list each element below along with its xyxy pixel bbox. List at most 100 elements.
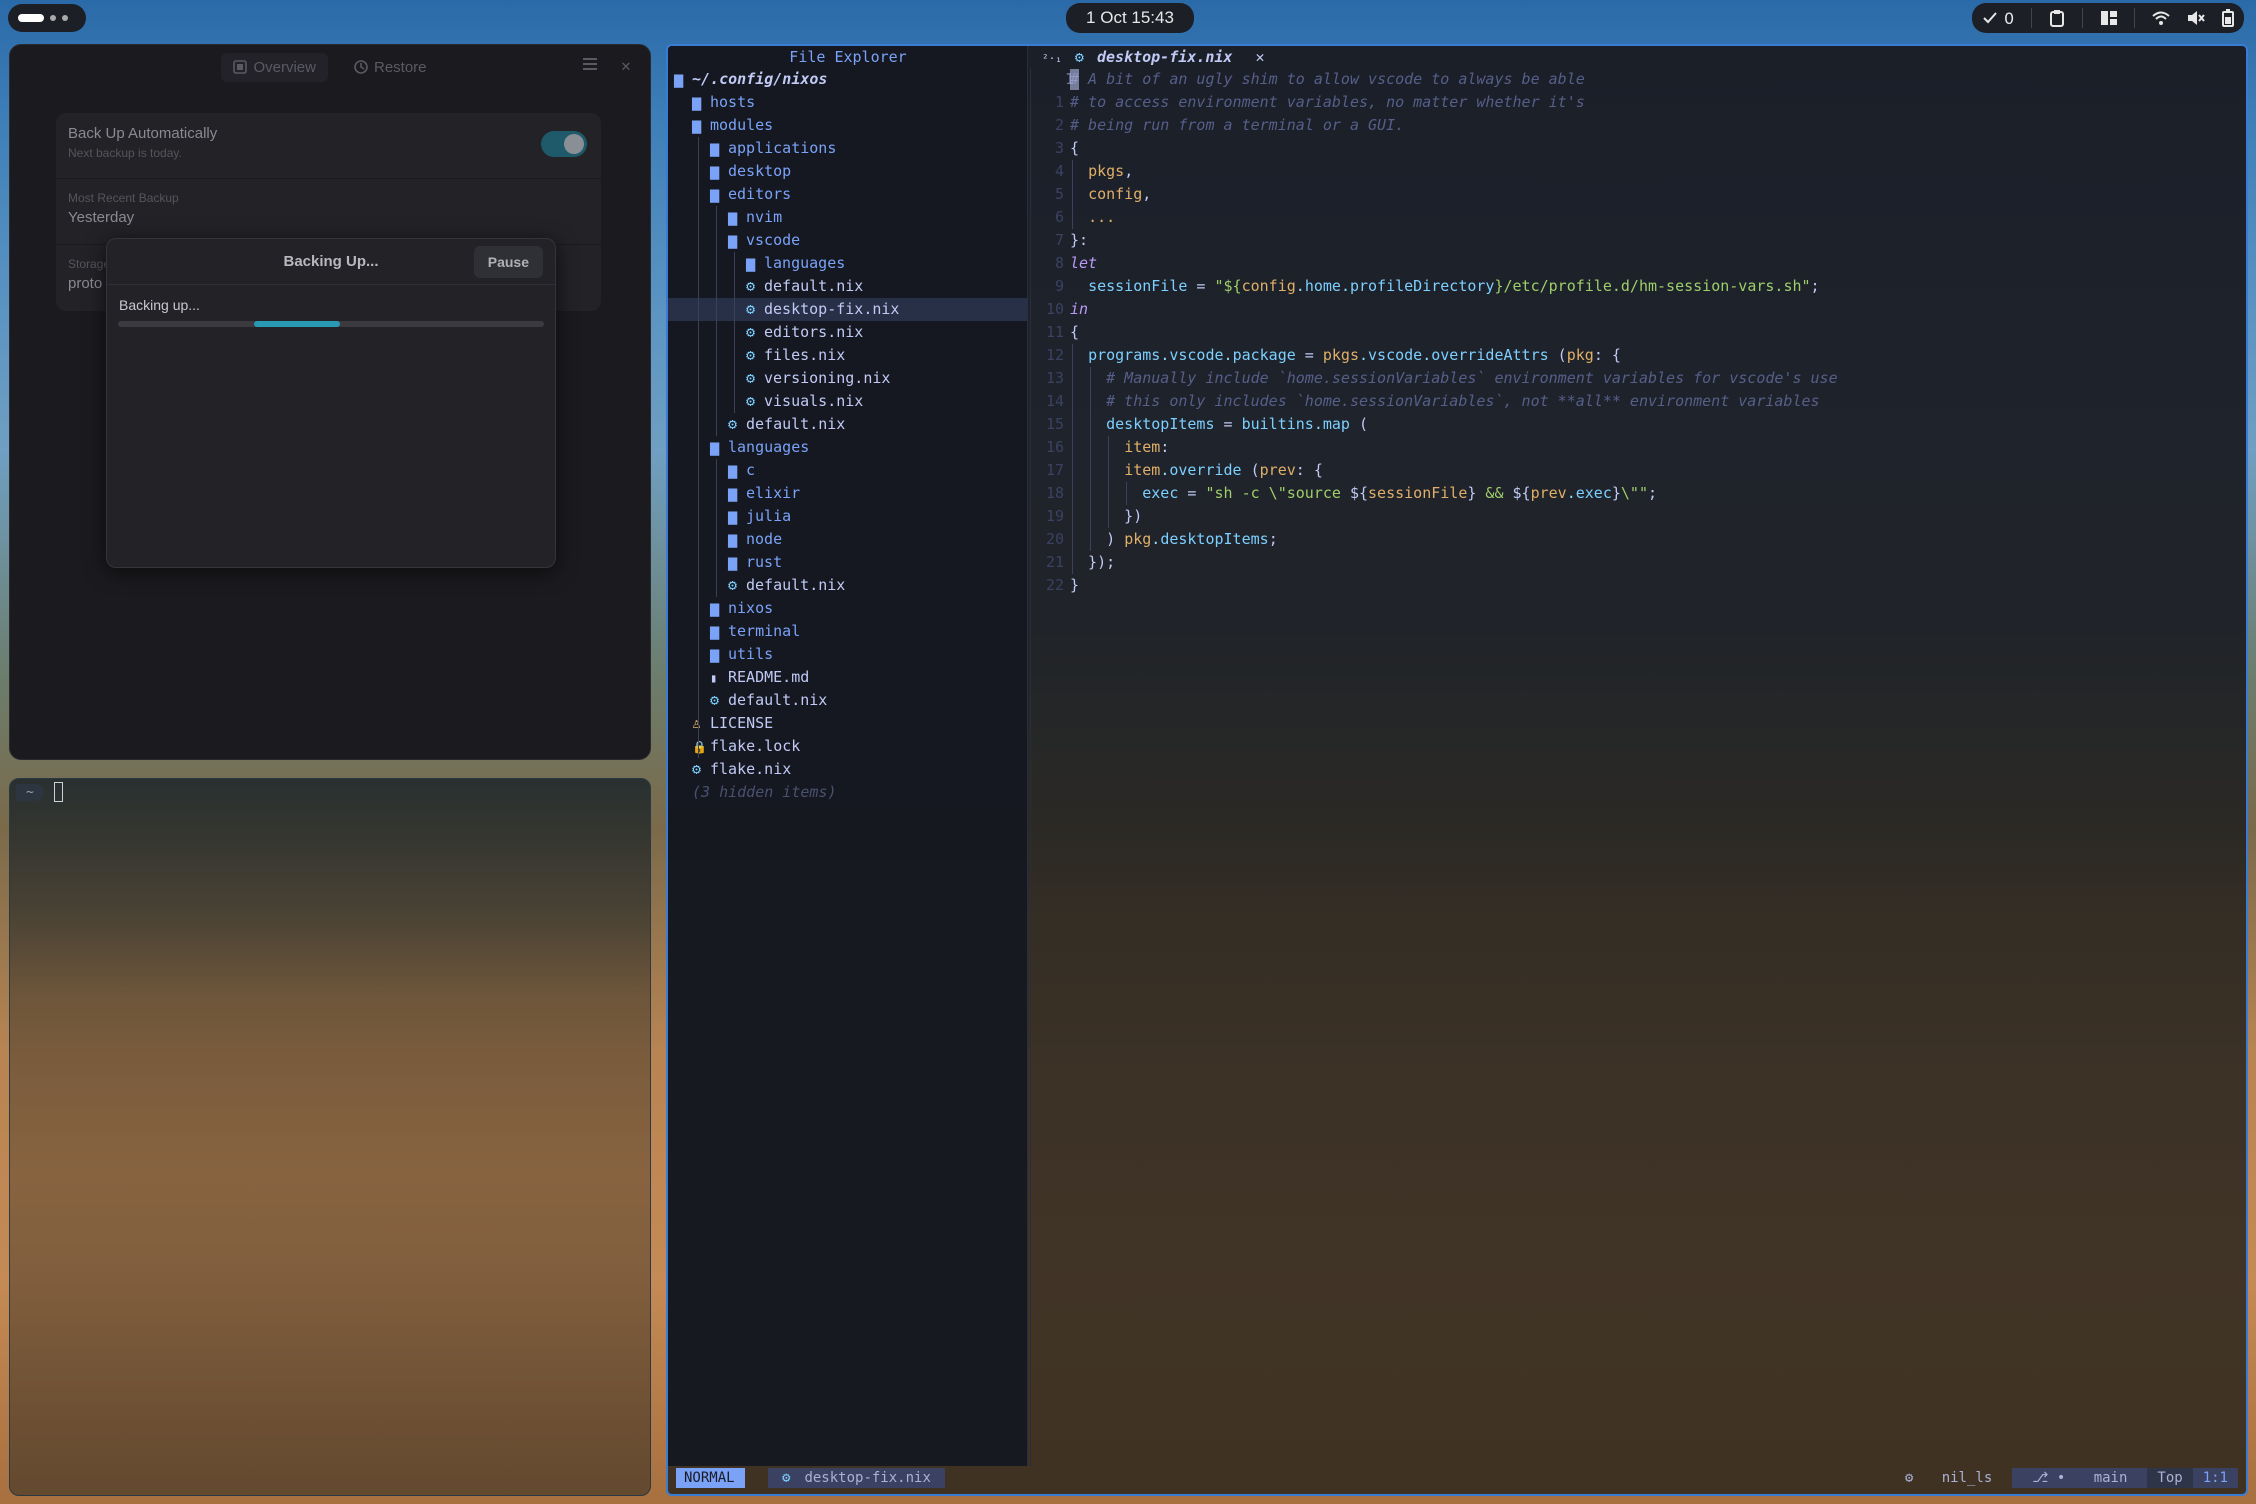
tab-number: ²·₁ <box>1042 52 1062 65</box>
code-token: . <box>1422 346 1432 364</box>
tree-file[interactable]: ⚙ editors.nix <box>668 321 1028 344</box>
code-line[interactable]: ... <box>1070 206 1115 229</box>
tree-file[interactable]: ⚙ default.nix <box>668 275 1028 298</box>
workspace-dot[interactable] <box>62 15 68 21</box>
tab-label[interactable]: desktop-fix.nix <box>1097 48 1232 66</box>
code-line[interactable]: desktopItems = builtins.map ( <box>1070 413 1368 436</box>
tree-item-label: editors <box>728 185 792 203</box>
tab-overview[interactable]: Overview <box>221 52 328 82</box>
wifi-icon[interactable] <box>2152 11 2170 25</box>
auto-backup-toggle[interactable] <box>541 131 587 157</box>
code-line[interactable]: }) <box>1070 505 1142 528</box>
nvim-window[interactable]: File Explorer ▆ ~/.config/nixos ▆ hosts ▆ mod… <box>666 44 2248 1496</box>
code-line[interactable]: # Manually include `home.sessionVariable… <box>1070 367 1838 390</box>
tree-folder[interactable]: ▆ ~/.config/nixos <box>668 68 1028 91</box>
tab-close-icon[interactable]: ✕ <box>1255 48 1264 66</box>
code-token: . <box>1359 346 1369 364</box>
code-line[interactable]: item: <box>1070 436 1169 459</box>
tree-file[interactable]: ⚙ visuals.nix <box>668 390 1028 413</box>
file-explorer[interactable]: File Explorer ▆ ~/.config/nixos ▆ hosts ▆ mod… <box>668 46 1028 1466</box>
clock[interactable]: 1 Oct 15:43 <box>1066 3 1194 33</box>
workspace-dot[interactable] <box>50 15 56 21</box>
code-line[interactable]: exec = "sh -c \"source ${sessionFile} &&… <box>1070 482 1657 505</box>
code-line[interactable]: pkgs, <box>1070 160 1133 183</box>
tree-file[interactable]: ⚙ versioning.nix <box>668 367 1028 390</box>
tree-file[interactable]: ⚙ default.nix <box>668 574 1028 597</box>
code-line[interactable]: } <box>1070 574 1079 597</box>
code-line[interactable]: }); <box>1070 551 1115 574</box>
menu-button[interactable] <box>582 57 598 71</box>
tree-folder[interactable]: ▆ languages <box>668 252 1028 275</box>
tree-folder[interactable]: ▆ languages <box>668 436 1028 459</box>
lsp-name: nil_ls <box>1941 1470 1993 1486</box>
code-token: ; <box>1268 530 1278 548</box>
code-line[interactable]: { <box>1070 137 1079 160</box>
tree-file[interactable]: ⚙ default.nix <box>668 689 1028 712</box>
tree-item-label: terminal <box>728 622 801 640</box>
line-number: 1 <box>1040 68 1074 91</box>
workspace-indicator[interactable] <box>8 4 86 32</box>
code-line[interactable]: { <box>1070 321 1079 344</box>
tree-folder[interactable]: ▆ rust <box>668 551 1028 574</box>
close-button[interactable]: ✕ <box>616 57 636 77</box>
scroll-position: Top <box>2147 1468 2193 1488</box>
tree-folder[interactable]: ▆ nvim <box>668 206 1028 229</box>
mute-icon[interactable] <box>2187 10 2205 26</box>
tree-item-label: julia <box>746 507 792 525</box>
tree-file[interactable]: ▮ README.md <box>668 666 1028 689</box>
terminal-window[interactable]: ~ <box>9 778 651 1496</box>
code-line[interactable]: in <box>1070 298 1088 321</box>
code-editor[interactable]: 112345678910111213141516171819202122 # A… <box>1030 68 2246 1466</box>
tree-folder[interactable]: ▆ terminal <box>668 620 1028 643</box>
tree-folder[interactable]: ▆ elixir <box>668 482 1028 505</box>
tree-folder[interactable]: ▆ julia <box>668 505 1028 528</box>
workspace-active-dot[interactable] <box>18 14 44 22</box>
code-line[interactable]: # being run from a terminal or a GUI. <box>1070 114 1404 137</box>
tree-folder[interactable]: ▆ modules <box>668 114 1028 137</box>
code-line[interactable]: config, <box>1070 183 1151 206</box>
tree-file[interactable]: ⚙ desktop-fix.nix <box>668 298 1028 321</box>
notifications-button[interactable]: 0 <box>1982 9 2014 28</box>
code-line[interactable]: programs.vscode.package = pkgs.vscode.ov… <box>1070 344 1621 367</box>
folder-open-icon: ▆ <box>710 185 720 203</box>
code-line[interactable]: # A bit of an ugly shim to allow vscode … <box>1070 68 1585 91</box>
code-line[interactable]: # this only includes `home.sessionVariab… <box>1070 390 1819 413</box>
nix-file-icon: ⚙ <box>746 323 756 341</box>
tree-item-label: nixos <box>728 599 774 617</box>
folder-open-icon: ▆ <box>692 116 702 134</box>
layout-icon[interactable] <box>2100 10 2118 26</box>
pause-button[interactable]: Pause <box>473 246 543 278</box>
tab-restore[interactable]: Restore <box>342 53 439 82</box>
recent-backup-value: Yesterday <box>68 209 135 226</box>
auto-backup-row[interactable]: Back Up Automatically Next backup is tod… <box>56 113 601 179</box>
tree-folder[interactable]: ▆ nixos <box>668 597 1028 620</box>
tree-file[interactable]: ⚙ files.nix <box>668 344 1028 367</box>
tree-file[interactable]: ♙ LICENSE <box>668 712 1028 735</box>
battery-icon[interactable] <box>2221 9 2234 27</box>
tree-file[interactable]: ⚙ flake.nix <box>668 758 1028 781</box>
tree-file[interactable]: 🔒 flake.lock <box>668 735 1028 758</box>
tree-file[interactable]: ⚙ default.nix <box>668 413 1028 436</box>
tree-folder[interactable]: ▆ applications <box>668 137 1028 160</box>
tree-folder[interactable]: ▆ node <box>668 528 1028 551</box>
tree-folder[interactable]: ▆ desktop <box>668 160 1028 183</box>
code-line[interactable]: }: <box>1070 229 1088 252</box>
tree-folder[interactable]: ▆ c <box>668 459 1028 482</box>
code-token: override <box>1169 461 1242 479</box>
code-line[interactable]: # to access environment variables, no ma… <box>1070 91 1585 114</box>
code-line[interactable]: ) pkg.desktopItems; <box>1070 528 1278 551</box>
code-line[interactable]: sessionFile = "${config.home.profileDire… <box>1070 275 1820 298</box>
code-line[interactable]: let <box>1070 252 1097 275</box>
tree-folder[interactable]: ▆ vscode <box>668 229 1028 252</box>
tree-folder[interactable]: ▆ hosts <box>668 91 1028 114</box>
line-number: 13 <box>1045 369 1064 387</box>
code-token: = <box>1187 277 1215 295</box>
license-icon: ♙ <box>692 714 702 732</box>
clipboard-icon[interactable] <box>2049 9 2065 27</box>
tree-folder[interactable]: ▆ utils <box>668 643 1028 666</box>
code-token: . <box>1295 277 1305 295</box>
nix-file-icon: ⚙ <box>746 392 756 410</box>
tabline[interactable]: ²·₁ ⚙ desktop-fix.nix ✕ <box>1042 46 1265 68</box>
tree-folder[interactable]: ▆ editors <box>668 183 1028 206</box>
indent-guide <box>716 459 717 597</box>
